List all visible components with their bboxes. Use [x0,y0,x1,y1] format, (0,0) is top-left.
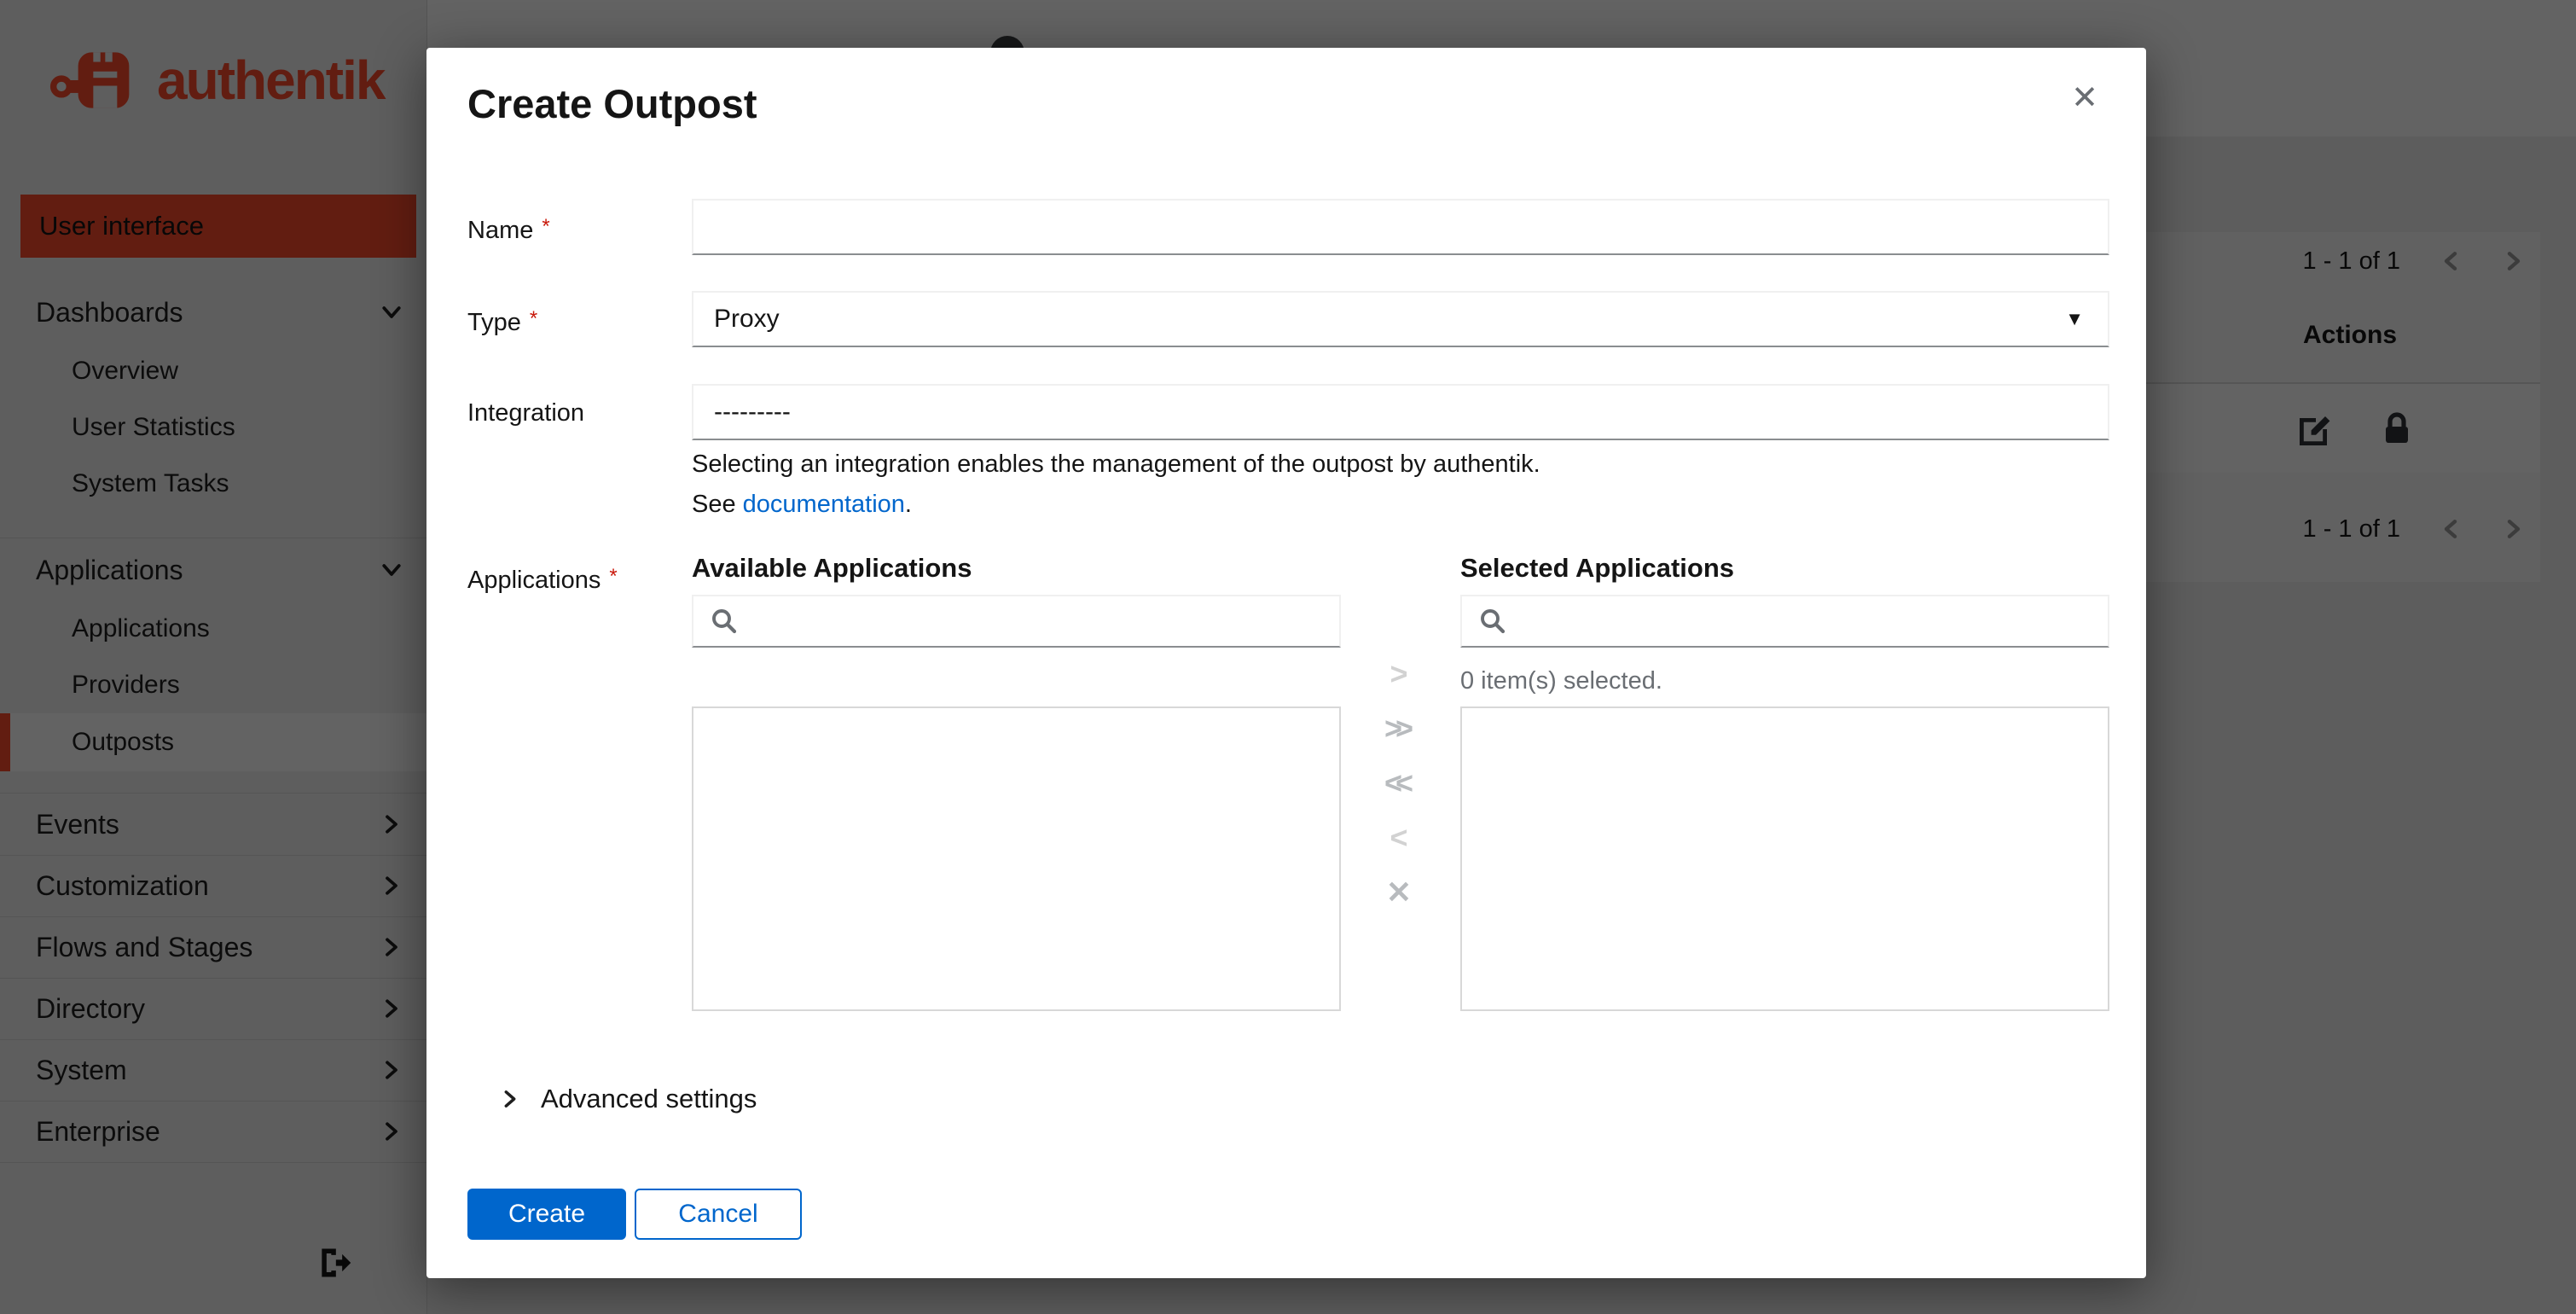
type-label: Type * [467,307,538,336]
name-label: Name * [467,215,550,244]
type-select[interactable]: Proxy ▼ [692,291,2109,347]
available-search-input[interactable] [753,596,1324,647]
close-icon[interactable]: ✕ [2071,82,2098,114]
select-caret-icon: ▼ [2065,308,2084,329]
add-selected-button[interactable]: > [1390,649,1407,699]
available-applications-listbox[interactable] [692,706,1341,1011]
name-input[interactable] [714,200,2087,254]
advanced-settings-label: Advanced settings [541,1084,757,1113]
selected-search-input[interactable] [1522,596,2092,647]
selected-applications-title: Selected Applications [1460,553,1734,583]
required-marker: * [529,307,538,330]
chevron-right-icon [504,1090,516,1108]
integration-select-value: --------- [714,398,791,426]
available-search-wrapper [692,595,1341,648]
integration-label: Integration [467,399,585,427]
integration-help-line2: See documentation. [692,491,912,518]
modal-title: Create Outpost [467,81,757,126]
selected-applications-listbox[interactable] [1460,706,2109,1011]
create-outpost-modal: Create Outpost ✕ Name * Type * Proxy ▼ Int… [426,48,2146,1278]
search-icon [1481,609,1506,634]
integration-help-text: Selecting an integration enables the man… [692,451,1540,478]
remove-all-button[interactable]: << [1384,759,1413,808]
required-marker: * [542,215,550,238]
applications-label: Applications * [467,565,618,594]
advanced-settings-toggle[interactable]: Advanced settings [498,1077,757,1121]
selected-count-text: 0 item(s) selected. [1460,667,1662,695]
clear-selection-button[interactable]: ✕ [1386,868,1412,917]
type-select-value: Proxy [714,305,780,333]
cancel-button[interactable]: Cancel [635,1189,802,1240]
documentation-link[interactable]: documentation [743,491,905,518]
add-all-button[interactable]: >> [1384,704,1413,753]
selected-search-wrapper [1460,595,2109,648]
name-field-wrapper [692,199,2109,255]
integration-select[interactable]: --------- [692,384,2109,440]
required-marker: * [609,565,618,588]
dual-list-controls: > >> << < ✕ [1372,649,1426,917]
create-button[interactable]: Create [467,1189,626,1240]
search-icon [712,609,737,634]
available-applications-title: Available Applications [692,553,972,583]
remove-selected-button[interactable]: < [1390,813,1407,863]
